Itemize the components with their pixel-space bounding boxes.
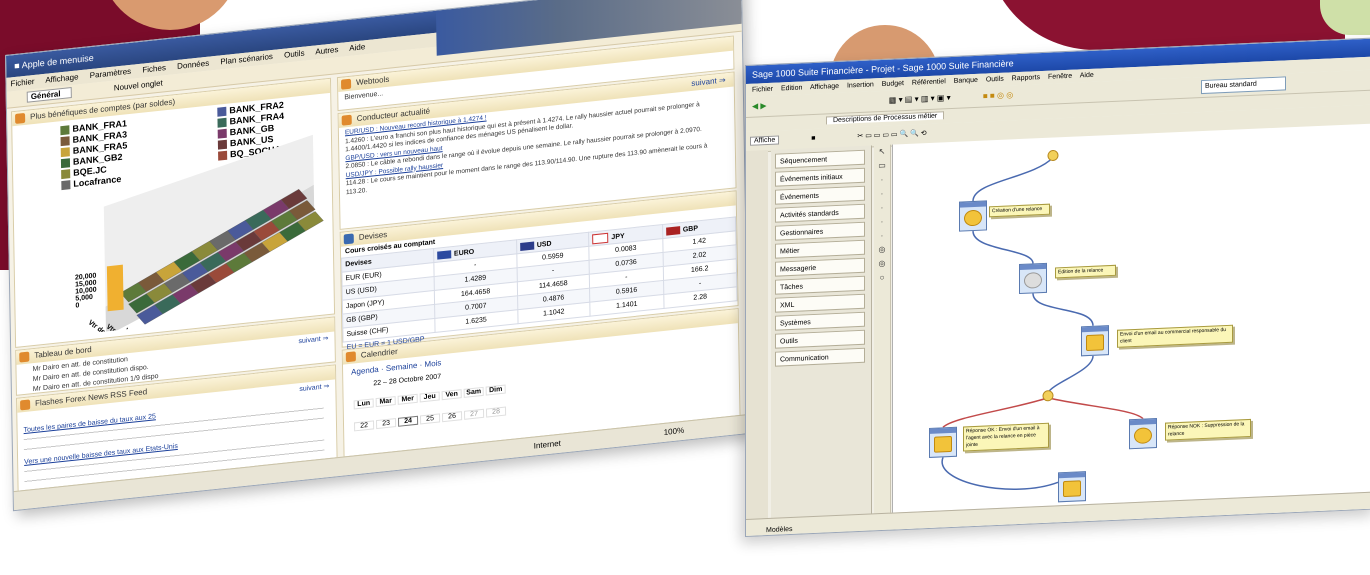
tab-agenda[interactable]: Agenda (351, 365, 379, 377)
panel-icon (19, 351, 30, 363)
forward-icon[interactable]: ▶ (760, 101, 766, 110)
toolbar-icons[interactable]: ▦ ▾ ▤ ▾ ▥ ▾ ▣ ▾ (889, 93, 951, 105)
view-select[interactable]: Général (26, 87, 72, 103)
decision-node[interactable] (1042, 390, 1054, 402)
menu-item[interactable]: Edition (781, 84, 802, 92)
palette-button[interactable]: Événements initiaux (775, 167, 865, 187)
panel-icon (341, 114, 352, 126)
menu-item[interactable]: Fichier (752, 86, 773, 94)
bar-chart: 20,00015,00010,0005,0000Vtr demVtr frsVt… (75, 134, 324, 341)
panel-title: Devises (358, 229, 388, 242)
day-header: Jeu (419, 391, 440, 403)
palette-button[interactable]: Activités standards (775, 203, 865, 223)
zoom-level[interactable]: 100% (664, 422, 685, 442)
display-button[interactable]: Affiche (750, 135, 780, 146)
chart-icon (15, 112, 26, 124)
status-text: Modèles (766, 525, 793, 535)
palette-button[interactable]: Outils (775, 329, 865, 349)
palette-button[interactable]: Systèmes (775, 311, 865, 331)
calendar-date[interactable]: 26 (441, 411, 463, 423)
back-icon[interactable]: ◀ (752, 101, 758, 110)
process-node[interactable] (959, 200, 987, 232)
menu-item[interactable]: Fichier (10, 77, 34, 89)
process-node[interactable] (1081, 325, 1109, 357)
tool-strip: ↖ ▭ · · · · · ◎ ◎ ○ (874, 144, 891, 526)
workspace-select[interactable]: Bureau standard (1201, 76, 1286, 95)
portal-window: ■ Apple de menuise Fichier Affichage Par… (5, 0, 750, 512)
panel-icon (340, 78, 352, 90)
palette-button[interactable]: Gestionnaires (775, 221, 865, 241)
menu-item[interactable]: Référentiel (912, 78, 946, 86)
menu-item[interactable]: Budget (882, 80, 904, 88)
palette-button[interactable]: Messagerie (775, 257, 865, 277)
tool-icons[interactable]: ↖ ▭ · · · · · ◎ ◎ ○ (874, 145, 890, 286)
more-link[interactable]: suivant ⇒ (299, 382, 329, 395)
menu-item[interactable]: Paramètres (90, 67, 132, 80)
panel-title: Calendrier (360, 346, 398, 360)
node-note: Réponse OK : Envoi d'un email à l'agent … (963, 422, 1049, 452)
palette-button[interactable]: Séquencement (775, 149, 865, 169)
day-header: Mar (375, 396, 396, 408)
process-node[interactable] (1129, 418, 1157, 450)
menu-item[interactable]: Plan scénarios (220, 52, 273, 66)
menu-item[interactable]: Aide (349, 42, 365, 53)
calendar-date[interactable]: 28 (485, 406, 507, 418)
day-header: Dim (485, 384, 506, 396)
sage-window: Sage 1000 Suite Financière - Projet - Sa… (745, 37, 1370, 538)
chart-bar (106, 264, 124, 312)
palette-button[interactable]: Événements (775, 185, 865, 205)
palette-button[interactable]: Communication (775, 347, 865, 367)
menu-item[interactable]: Affichage (810, 83, 839, 91)
palette-button[interactable]: Tâches (775, 275, 865, 295)
flow-connectors (941, 150, 1144, 490)
calendar-date[interactable]: 25 (419, 413, 441, 425)
currency-icon (343, 233, 354, 245)
rss-icon (20, 399, 31, 411)
menu-item[interactable]: Aide (1080, 72, 1094, 80)
us-flag-icon (519, 241, 534, 251)
chart-panel: Plus bénéfiques de comptes (par soldes) … (10, 77, 336, 348)
calendar-date[interactable]: 23 (375, 418, 397, 430)
day-header: Mer (397, 393, 418, 405)
menu-item[interactable]: Banque (954, 77, 978, 85)
menu-item[interactable]: Autres (315, 45, 338, 56)
day-header: Sam (463, 386, 484, 398)
save-icon[interactable]: ■ (811, 135, 815, 142)
menu-item[interactable]: Fiches (142, 63, 166, 74)
panel-title: Webtools (355, 74, 390, 88)
menu-item[interactable]: Données (177, 59, 209, 71)
toolbar-icons[interactable]: ■ ■ ◎ ◎ (983, 90, 1013, 100)
zone-label: Internet (533, 438, 561, 451)
menu-item[interactable]: Outils (284, 49, 305, 60)
menu-item[interactable]: Rapports (1012, 74, 1040, 82)
palette-button[interactable]: Métier (775, 239, 865, 259)
process-node[interactable] (929, 426, 957, 458)
y-tick-label: 0 (75, 302, 79, 309)
process-node[interactable] (1058, 471, 1086, 503)
menu-item[interactable]: Outils (986, 76, 1004, 84)
day-header: Ven (441, 389, 462, 401)
side-strip (746, 149, 768, 531)
node-note: Réponse NOK : Suppression de la relance (1165, 418, 1251, 441)
tab-week[interactable]: Semaine (386, 361, 418, 373)
jp-flag-icon (592, 232, 609, 244)
menu-item[interactable]: Affichage (45, 72, 78, 84)
new-tab-button[interactable]: Nouvel onglet (114, 78, 163, 92)
palette-list: Séquencement Événements initiaux Événement… (771, 145, 872, 530)
calendar-icon (345, 351, 356, 363)
calendar-date[interactable]: 22 (353, 420, 375, 432)
palette-button[interactable]: XML (775, 293, 865, 313)
calendar-date[interactable]: 27 (463, 408, 485, 420)
start-node[interactable] (1047, 150, 1059, 162)
tab-month[interactable]: Mois (424, 358, 441, 369)
gb-flag-icon (665, 225, 680, 236)
eu-flag-icon (436, 249, 452, 260)
calendar-date[interactable]: 24 (397, 415, 419, 427)
process-canvas[interactable]: Création d'une relance Edition de la rel… (892, 123, 1370, 530)
day-header: Lun (353, 398, 374, 410)
edit-icons[interactable]: ✂ ▭ ▭ ▭ ▭ 🔍 🔍 ⟲ (857, 130, 926, 140)
menu-item[interactable]: Fenêtre (1048, 73, 1072, 81)
process-node[interactable] (1019, 262, 1047, 295)
menu-item[interactable]: Insertion (847, 81, 874, 89)
